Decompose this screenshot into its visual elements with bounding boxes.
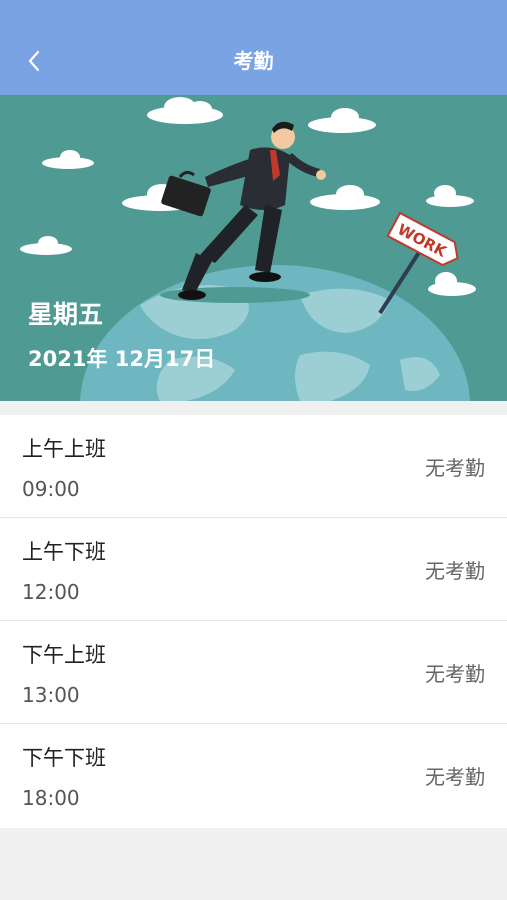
- banner: WORK 星期五 2021年 12月17日: [0, 95, 507, 401]
- shift-label: 上午下班: [22, 540, 106, 564]
- attendance-status: 无考勤: [425, 662, 485, 686]
- attendance-row-morning-in[interactable]: 上午上班 09:00 无考勤: [0, 415, 507, 518]
- navigation-bar: 考勤: [0, 0, 507, 95]
- attendance-status: 无考勤: [425, 456, 485, 480]
- shift-time: 18:00: [22, 786, 80, 810]
- attendance-status: 无考勤: [425, 765, 485, 789]
- weekday-label: 星期五: [28, 300, 104, 329]
- attendance-status: 无考勤: [425, 559, 485, 583]
- attendance-row-afternoon-in[interactable]: 下午上班 13:00 无考勤: [0, 621, 507, 724]
- date-label: 2021年 12月17日: [28, 347, 216, 371]
- shift-label: 上午上班: [22, 437, 106, 461]
- attendance-list: 上午上班 09:00 无考勤 上午下班 12:00 无考勤 下午上班 13:00…: [0, 415, 507, 828]
- shift-label: 下午下班: [22, 746, 106, 770]
- shift-time: 12:00: [22, 580, 80, 604]
- page-title: 考勤: [233, 49, 274, 73]
- attendance-row-afternoon-out[interactable]: 下午下班 18:00 无考勤: [0, 724, 507, 828]
- shift-label: 下午上班: [22, 643, 106, 667]
- attendance-row-morning-out[interactable]: 上午下班 12:00 无考勤: [0, 518, 507, 621]
- shift-time: 13:00: [22, 683, 80, 707]
- work-sign: WORK: [386, 211, 459, 267]
- shift-time: 09:00: [22, 477, 80, 501]
